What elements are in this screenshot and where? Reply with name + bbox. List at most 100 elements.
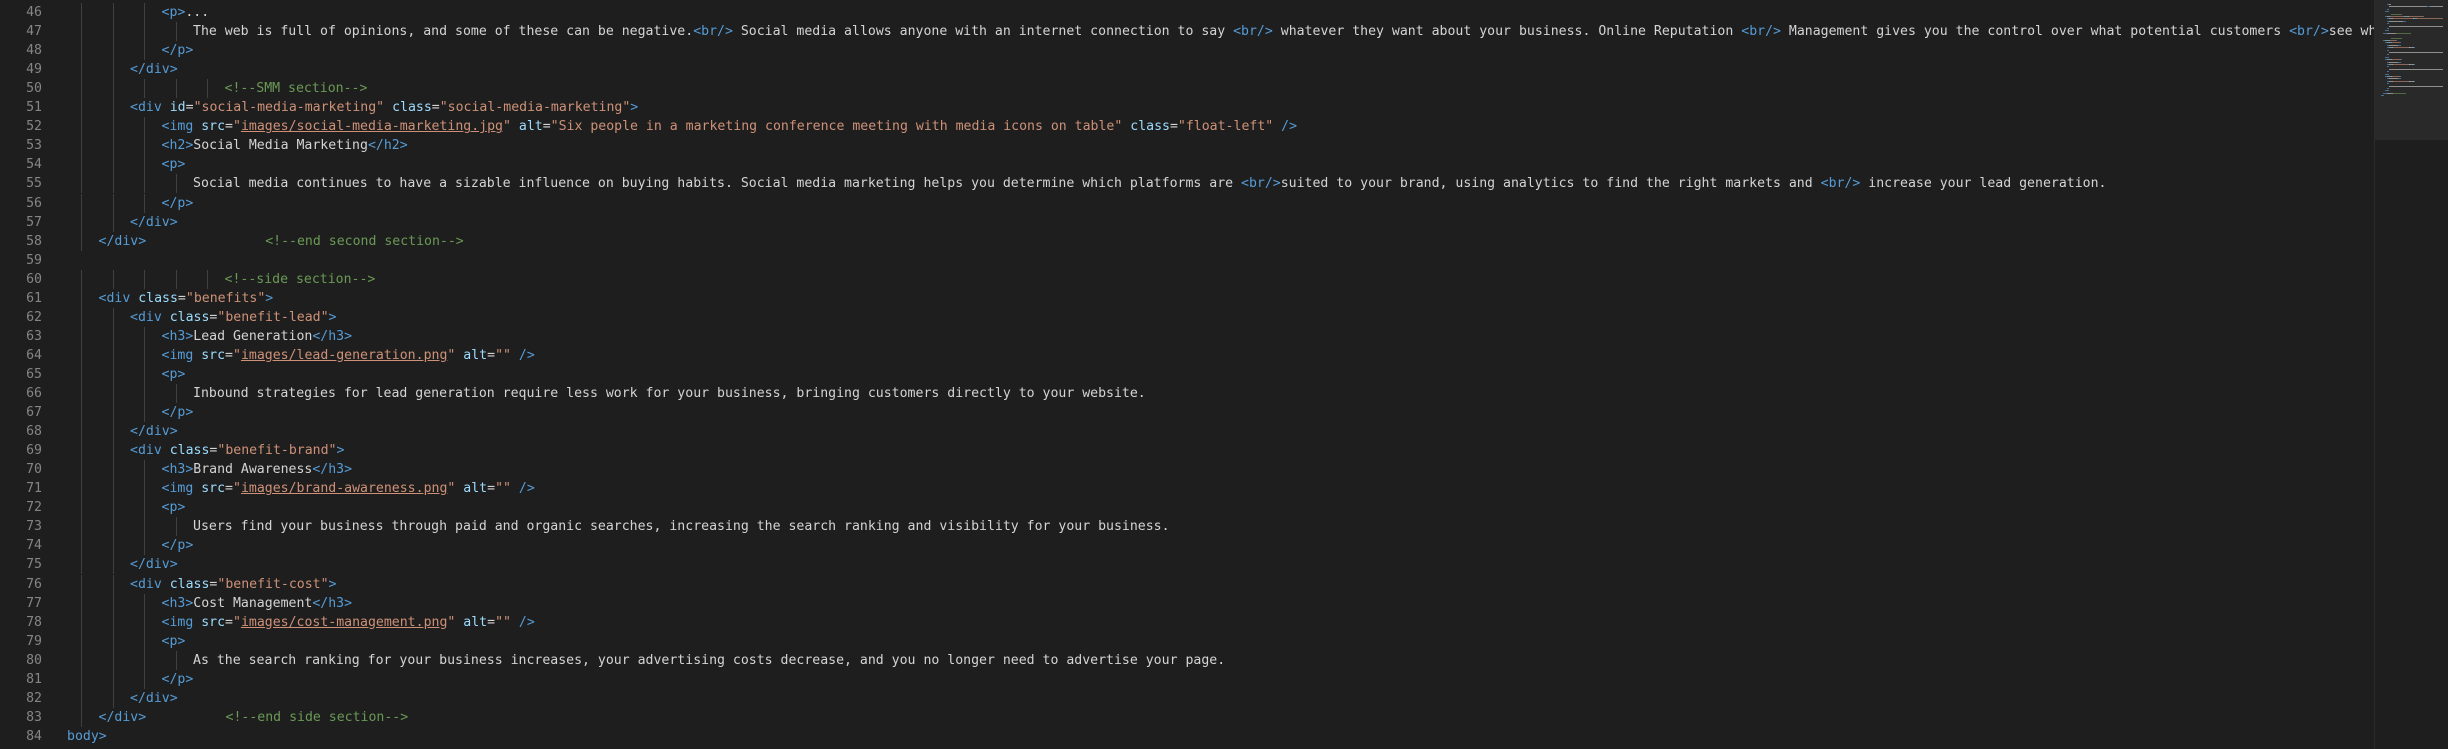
code-text: </div>: [130, 422, 178, 441]
code-line[interactable]: 72 <p>: [0, 498, 2374, 518]
code-line[interactable]: 70 <h3>Brand Awareness</h3>: [0, 460, 2374, 480]
code-line[interactable]: 79 <p>: [0, 631, 2374, 651]
code-line[interactable]: 81 </p>: [0, 669, 2374, 689]
minimap-line: [2387, 23, 2389, 25]
indent-guide: [175, 650, 177, 670]
indent-guide: [112, 117, 114, 137]
indent-guide: [144, 479, 145, 499]
code-line[interactable]: 50 <!--SMM section-->: [0, 79, 2374, 99]
indent-guide: [81, 441, 82, 461]
code-line[interactable]: 48 </p>: [0, 41, 2374, 61]
code-line[interactable]: 52 <img src="images/social-media-marketin…: [0, 117, 2374, 137]
code-line[interactable]: 63 <h3>Lead Generation</h3>: [0, 326, 2374, 346]
token-tag: </div>: [98, 233, 147, 249]
indent-guide: [81, 574, 82, 594]
indent-guide: [144, 364, 145, 384]
indent-guide: [144, 460, 145, 480]
line-number: 54: [26, 157, 42, 173]
code-line[interactable]: 84 body>: [0, 727, 2374, 746]
code-text: As the search ranking for your business …: [193, 651, 1225, 670]
line-number: 61: [26, 290, 42, 306]
code-text: <h3>Lead Generation</h3>: [162, 327, 353, 346]
code-text: <p>...: [162, 3, 210, 22]
code-line[interactable]: 47 The web is full of opinions, and some …: [0, 22, 2374, 42]
indent-guide: [112, 364, 114, 384]
code-line[interactable]: 82 </div>: [0, 688, 2374, 708]
line-number: 48: [26, 43, 42, 59]
indent-guide: [81, 650, 82, 670]
code-line[interactable]: 60 <!--side section-->: [0, 269, 2374, 289]
indent-guide: [175, 269, 177, 289]
code-line[interactable]: 49 </div>: [0, 60, 2374, 80]
code-line[interactable]: 73 Users find your business through paid …: [0, 517, 2374, 537]
code-line[interactable]: 56 </p>: [0, 193, 2374, 213]
code-line[interactable]: 76 <div class="benefit-cost">: [0, 574, 2374, 594]
minimap-slider[interactable]: [2375, 0, 2448, 140]
code-editor[interactable]: 46 <p>... 47 The web is full of opinions, a…: [0, 0, 2374, 749]
token-str: "social-media-marketing": [439, 100, 631, 116]
code-line[interactable]: 58 </div> <!--end second section-->: [0, 231, 2374, 251]
token-text: =: [225, 614, 233, 630]
minimap-line: [2385, 73, 2389, 75]
indent-guide: [81, 345, 82, 365]
token-tag: >: [336, 443, 345, 459]
code-line[interactable]: 66 Inbound strategies for lead generation…: [0, 384, 2374, 403]
token-str: "float-left": [1177, 119, 1274, 135]
minimap-line: [2429, 6, 2443, 8]
code-line[interactable]: 59: [0, 251, 2374, 270]
token-link: images/brand-awareness.png: [240, 481, 448, 497]
indent-guide: [81, 593, 82, 613]
line-number: 47: [26, 24, 42, 40]
code-line[interactable]: 69 <div class="benefit-brand">: [0, 441, 2374, 461]
line-number: 72: [26, 500, 42, 516]
token-attr: id: [169, 100, 186, 116]
line-number: 84: [26, 728, 42, 744]
token-attr: alt: [463, 481, 488, 497]
minimap-line: [2393, 80, 2409, 82]
code-text: <div class="benefit-cost">: [130, 575, 336, 594]
code-line[interactable]: 67 </p>: [0, 403, 2374, 423]
token-str: "": [495, 481, 511, 497]
minimap-line: [2385, 30, 2389, 32]
line-number: 74: [26, 538, 42, 554]
code-line[interactable]: 53 <h2>Social Media Marketing</h2>: [0, 136, 2374, 156]
code-line[interactable]: 62 <div class="benefit-lead">: [0, 307, 2374, 327]
indent-guide: [144, 3, 145, 22]
code-line[interactable]: 61 <div class="benefits">: [0, 288, 2374, 308]
code-line[interactable]: 83 </div> <!--end side section-->: [0, 707, 2374, 727]
token-attr: src: [201, 347, 226, 363]
code-line[interactable]: 74 </p>: [0, 536, 2374, 556]
code-line[interactable]: 57 </div>: [0, 212, 2374, 232]
code-line[interactable]: 68 </div>: [0, 422, 2374, 442]
indent-guide: [81, 631, 82, 651]
minimap-line: [2389, 78, 2399, 80]
code-line[interactable]: 78 <img src="images/cost-management.png" …: [0, 612, 2374, 632]
code-line[interactable]: 64 <img src="images/lead-generation.png" …: [0, 345, 2374, 365]
code-line[interactable]: 46 <p>...: [0, 3, 2374, 22]
token-str: "": [495, 614, 511, 630]
token-tag: <div: [130, 576, 162, 592]
code-line[interactable]: 51 <div id="social-media-marketing" class…: [0, 98, 2374, 118]
token-tag: </p>: [161, 405, 194, 421]
indent-guide: [144, 593, 145, 613]
indent-guide: [144, 612, 145, 632]
code-line[interactable]: 75 </div>: [0, 555, 2374, 575]
code-text: <div class="benefits">: [99, 289, 274, 308]
token-text: whatever they want about your business. …: [1272, 24, 1742, 40]
token-tag: <img: [161, 347, 194, 363]
code-text: <div class="benefit-lead">: [130, 308, 336, 327]
indent-guide: [112, 460, 114, 480]
minimap[interactable]: [2374, 0, 2448, 749]
token-str: "benefit-cost": [217, 576, 329, 592]
code-line[interactable]: 55 Social media continues to have a sizab…: [0, 174, 2374, 194]
code-line[interactable]: 65 <p>: [0, 364, 2374, 384]
minimap-line: [2393, 64, 2409, 65]
token-tag: </p>: [161, 671, 194, 687]
minimap-line: [2400, 42, 2401, 44]
code-line[interactable]: 80 As the search ranking for your busines…: [0, 650, 2374, 670]
minimap-line: [2389, 6, 2427, 8]
code-line[interactable]: 77 <h3>Cost Management</h3>: [0, 593, 2374, 613]
minimap-line: [2385, 56, 2389, 58]
code-line[interactable]: 71 <img src="images/brand-awareness.png" …: [0, 479, 2374, 499]
code-line[interactable]: 54 <p>: [0, 155, 2374, 175]
